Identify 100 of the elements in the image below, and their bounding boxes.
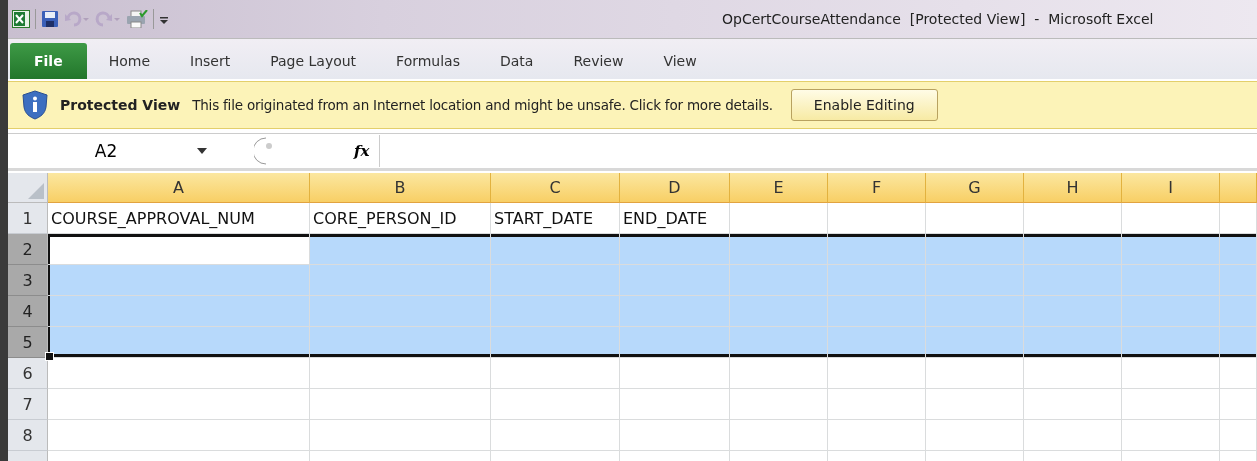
spreadsheet-cell[interactable] <box>730 265 828 296</box>
row-header[interactable]: 4 <box>8 296 48 327</box>
spreadsheet-cell[interactable] <box>1122 420 1220 451</box>
spreadsheet-cell[interactable] <box>491 420 620 451</box>
spreadsheet-cell[interactable] <box>48 358 310 389</box>
spreadsheet-cell[interactable] <box>926 234 1024 265</box>
spreadsheet-cell[interactable] <box>491 234 620 265</box>
spreadsheet-cell[interactable] <box>1220 296 1257 327</box>
spreadsheet-cell[interactable] <box>1122 327 1220 358</box>
select-all-corner[interactable] <box>8 173 48 203</box>
spreadsheet-cell[interactable] <box>620 265 730 296</box>
spreadsheet-cell[interactable] <box>48 389 310 420</box>
spreadsheet-cell[interactable] <box>1220 420 1257 451</box>
column-header[interactable]: F <box>828 173 926 203</box>
spreadsheet-cell[interactable] <box>926 358 1024 389</box>
spreadsheet-cell[interactable] <box>730 327 828 358</box>
column-header[interactable]: G <box>926 173 1024 203</box>
column-header[interactable]: A <box>48 173 310 203</box>
spreadsheet-cell[interactable] <box>620 389 730 420</box>
spreadsheet-cell[interactable] <box>491 296 620 327</box>
spreadsheet-cell[interactable] <box>491 265 620 296</box>
spreadsheet-cell[interactable] <box>620 358 730 389</box>
save-icon[interactable] <box>41 10 59 28</box>
column-header[interactable]: E <box>730 173 828 203</box>
row-header[interactable]: 7 <box>8 389 48 420</box>
column-header[interactable]: B <box>310 173 491 203</box>
ribbon-tab[interactable]: View <box>645 43 715 79</box>
insert-function-button[interactable]: fx <box>284 142 380 160</box>
spreadsheet-cell[interactable]: COURSE_APPROVAL_NUM <box>48 203 310 234</box>
spreadsheet-cell[interactable] <box>730 358 828 389</box>
spreadsheet-cell[interactable] <box>48 296 310 327</box>
spreadsheet-cell[interactable] <box>310 420 491 451</box>
ribbon-tab[interactable]: Home <box>90 43 168 79</box>
spreadsheet-cell[interactable] <box>1024 389 1122 420</box>
ribbon-tab[interactable]: Data <box>482 43 552 79</box>
spreadsheet-cell[interactable] <box>620 327 730 358</box>
column-header[interactable]: H <box>1024 173 1122 203</box>
column-header[interactable]: I <box>1122 173 1220 203</box>
spreadsheet-cell[interactable] <box>828 327 926 358</box>
ribbon-tab[interactable]: Page Layout <box>252 43 375 79</box>
spreadsheet-cell[interactable] <box>491 327 620 358</box>
spreadsheet-cell[interactable] <box>310 265 491 296</box>
spreadsheet-cell[interactable] <box>1024 358 1122 389</box>
spreadsheet-cell[interactable] <box>491 389 620 420</box>
spreadsheet-cell[interactable] <box>1024 420 1122 451</box>
redo-icon[interactable] <box>95 10 121 28</box>
spreadsheet-cell[interactable] <box>1122 234 1220 265</box>
spreadsheet-cell[interactable] <box>926 327 1024 358</box>
spreadsheet-cell[interactable] <box>310 327 491 358</box>
ribbon-tab[interactable]: Formulas <box>378 43 478 79</box>
fill-handle[interactable] <box>45 352 54 361</box>
spreadsheet-cell[interactable] <box>48 420 310 451</box>
name-box[interactable]: A2 <box>8 135 254 167</box>
ribbon-tab[interactable]: Insert <box>172 43 249 79</box>
undo-icon[interactable] <box>64 10 90 28</box>
spreadsheet-cell[interactable] <box>1024 265 1122 296</box>
spreadsheet-cell[interactable] <box>491 358 620 389</box>
column-header[interactable] <box>1220 173 1257 203</box>
spreadsheet-cell[interactable] <box>620 420 730 451</box>
spreadsheet-cell[interactable] <box>48 327 310 358</box>
spreadsheet-cell[interactable] <box>1122 358 1220 389</box>
column-header[interactable]: C <box>491 173 620 203</box>
file-tab[interactable]: File <box>10 43 87 79</box>
spreadsheet-cell[interactable] <box>1220 389 1257 420</box>
row-header[interactable]: 3 <box>8 265 48 296</box>
spreadsheet-cell[interactable] <box>730 296 828 327</box>
spreadsheet-cell[interactable] <box>828 358 926 389</box>
spreadsheet-cell[interactable] <box>828 420 926 451</box>
spreadsheet-cell[interactable] <box>926 296 1024 327</box>
spreadsheet-cell[interactable] <box>1220 234 1257 265</box>
spreadsheet-cell[interactable] <box>1122 265 1220 296</box>
spreadsheet-cell[interactable] <box>730 389 828 420</box>
spreadsheet-cell[interactable] <box>926 420 1024 451</box>
spreadsheet-cell[interactable] <box>620 296 730 327</box>
spreadsheet-cell[interactable] <box>1122 296 1220 327</box>
ribbon-tab[interactable]: Review <box>555 43 642 79</box>
spreadsheet-cell[interactable] <box>828 296 926 327</box>
spreadsheet-cell[interactable] <box>1122 389 1220 420</box>
spreadsheet-cell[interactable] <box>310 234 491 265</box>
print-icon[interactable] <box>126 10 148 28</box>
spreadsheet-cell[interactable] <box>1220 265 1257 296</box>
spreadsheet-cell[interactable] <box>828 265 926 296</box>
spreadsheet-cell[interactable] <box>1220 327 1257 358</box>
spreadsheet-cell[interactable] <box>310 296 491 327</box>
select-all-icon[interactable] <box>28 183 44 199</box>
spreadsheet-cell[interactable] <box>828 389 926 420</box>
row-header[interactable]: 1 <box>8 203 48 234</box>
spreadsheet-cell[interactable] <box>828 234 926 265</box>
spreadsheet-cell[interactable] <box>620 234 730 265</box>
spreadsheet-cell[interactable] <box>926 265 1024 296</box>
spreadsheet-cell[interactable] <box>1220 358 1257 389</box>
spreadsheet-cell[interactable] <box>926 389 1024 420</box>
row-header[interactable]: 2 <box>8 234 48 265</box>
row-header[interactable]: 8 <box>8 420 48 451</box>
spreadsheet-cell[interactable] <box>48 234 310 265</box>
spreadsheet-cell[interactable] <box>310 358 491 389</box>
spreadsheet-cell[interactable] <box>310 389 491 420</box>
spreadsheet-cell[interactable] <box>1024 234 1122 265</box>
enable-editing-button[interactable]: Enable Editing <box>790 89 938 121</box>
spreadsheet-cell[interactable] <box>1024 296 1122 327</box>
